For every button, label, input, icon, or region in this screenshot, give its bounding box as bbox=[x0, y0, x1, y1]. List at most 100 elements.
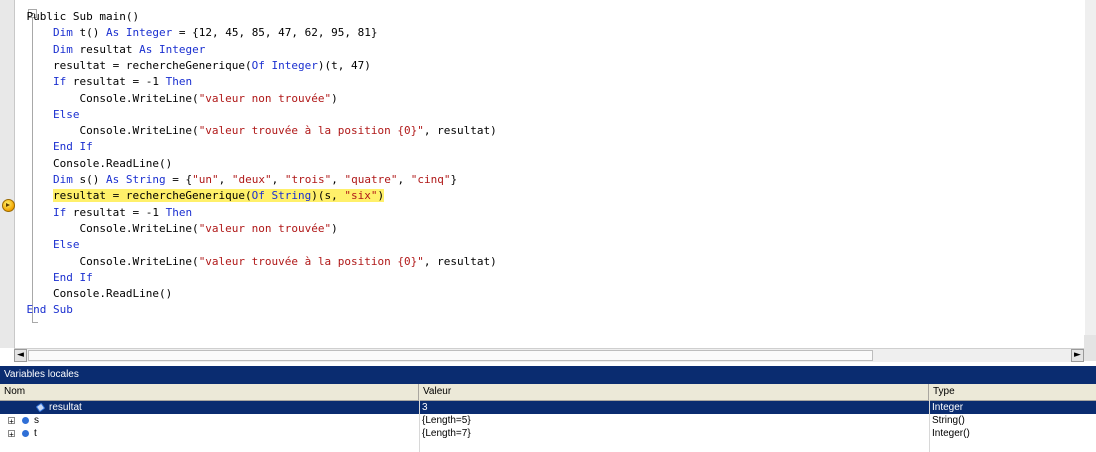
code-token: Dim bbox=[0, 42, 73, 56]
scroll-right-button[interactable]: ► bbox=[1071, 349, 1084, 362]
code-token: Else bbox=[0, 238, 80, 252]
code-token: As bbox=[105, 173, 120, 186]
code-token: Integer bbox=[125, 26, 173, 40]
vertical-scrollbar[interactable] bbox=[1085, 0, 1096, 335]
code-token: s() bbox=[72, 173, 106, 186]
code-token: Dim bbox=[0, 173, 73, 186]
code-token: "deux" bbox=[231, 173, 272, 186]
locals-cell-name: resultat bbox=[49, 402, 82, 413]
column-header-type[interactable]: Type bbox=[929, 384, 1096, 400]
code-token bbox=[264, 189, 272, 203]
code-token: ) bbox=[331, 91, 338, 105]
code-line[interactable]: If resultat = -1 Then bbox=[0, 205, 192, 221]
code-token: resultat = -1 bbox=[66, 75, 166, 89]
expand-icon[interactable]: + bbox=[8, 417, 15, 426]
code-token: Then bbox=[165, 75, 193, 89]
code-token: Dim bbox=[0, 26, 73, 40]
code-token: Of bbox=[251, 58, 265, 72]
code-token: Then bbox=[165, 205, 193, 219]
code-line[interactable]: Console.ReadLine() bbox=[0, 286, 172, 302]
code-token: Of bbox=[251, 189, 265, 203]
code-line[interactable]: Else bbox=[0, 237, 80, 253]
code-token: Console.ReadLine() bbox=[0, 287, 173, 301]
code-token: "valeur non trouvée" bbox=[198, 91, 332, 105]
locals-title-bar: Variables locales bbox=[0, 366, 1096, 384]
column-divider bbox=[929, 400, 930, 452]
code-token: Else bbox=[0, 107, 80, 121]
code-line[interactable]: Dim s() As String = {"un", "deux", "troi… bbox=[0, 172, 457, 188]
current-code-line[interactable]: resultat = rechercheGenerique(Of String)… bbox=[0, 188, 385, 204]
code-token: String bbox=[271, 189, 312, 203]
code-line[interactable]: Console.WriteLine("valeur trouvée à la p… bbox=[0, 254, 496, 270]
code-line[interactable]: Console.ReadLine() bbox=[0, 156, 172, 172]
code-token: Integer bbox=[158, 42, 206, 56]
horizontal-scrollbar[interactable]: ◄ ► bbox=[14, 348, 1084, 362]
code-token: "valeur trouvée à la position {0}" bbox=[198, 254, 424, 268]
code-token: End If bbox=[0, 140, 93, 154]
code-editor[interactable]: − Public Sub main() Dim t() As Integer =… bbox=[0, 0, 1096, 348]
code-line[interactable]: Public Sub main() bbox=[0, 9, 139, 25]
code-token: ) bbox=[377, 189, 385, 203]
code-line[interactable]: Console.WriteLine("valeur non trouvée") bbox=[0, 91, 338, 107]
code-token: resultat = rechercheGenerique( bbox=[0, 58, 252, 72]
variable-icon bbox=[22, 417, 29, 424]
column-header-name[interactable]: Nom bbox=[0, 384, 419, 400]
code-token: , bbox=[397, 173, 411, 186]
column-header-value[interactable]: Valeur bbox=[419, 384, 929, 400]
scrollbar-corner bbox=[1084, 335, 1096, 361]
code-token: "trois" bbox=[284, 173, 332, 186]
code-token: If bbox=[0, 205, 67, 219]
code-token: "un" bbox=[192, 173, 219, 186]
code-token: = { bbox=[165, 173, 193, 186]
locals-row-resultat[interactable]: resultat 3 Integer bbox=[0, 401, 1096, 414]
locals-cell-value: {Length=5} bbox=[422, 415, 471, 426]
code-token: "six" bbox=[344, 189, 378, 203]
code-line[interactable]: Dim t() As Integer = {12, 45, 85, 47, 62… bbox=[0, 25, 378, 41]
code-line[interactable]: Else bbox=[0, 107, 80, 123]
code-line[interactable]: resultat = rechercheGenerique(Of Integer… bbox=[0, 58, 371, 74]
locals-cell-name: t bbox=[34, 428, 37, 439]
code-token: )(t, 47) bbox=[317, 58, 371, 72]
code-token: Console.WriteLine( bbox=[0, 254, 199, 268]
code-line[interactable]: If resultat = -1 Then bbox=[0, 74, 192, 90]
locals-cell-type: Integer bbox=[932, 402, 964, 413]
code-token: t() bbox=[72, 26, 106, 40]
code-token: Integer bbox=[271, 58, 318, 72]
code-token: End Sub bbox=[0, 303, 73, 317]
code-token: If bbox=[0, 75, 67, 89]
code-line[interactable]: End If bbox=[0, 139, 93, 155]
code-token: As bbox=[139, 42, 153, 56]
horizontal-scroll-thumb[interactable] bbox=[28, 350, 873, 361]
code-token: resultat bbox=[72, 42, 140, 56]
code-token: ) bbox=[331, 221, 338, 235]
code-token: As bbox=[105, 26, 120, 40]
locals-row-t[interactable]: + t {Length=7} Integer() bbox=[0, 427, 1096, 440]
code-token: End If bbox=[0, 270, 93, 284]
locals-header-row: Nom Valeur Type bbox=[0, 384, 1096, 401]
code-line[interactable]: Dim resultat As Integer bbox=[0, 42, 205, 58]
code-token: "valeur trouvée à la position {0}" bbox=[198, 124, 424, 138]
code-line[interactable]: Console.WriteLine("valeur trouvée à la p… bbox=[0, 123, 497, 139]
code-token: , resultat) bbox=[423, 124, 497, 138]
code-line[interactable]: End If bbox=[0, 270, 93, 286]
locals-cell-value: 3 bbox=[422, 402, 428, 413]
code-line[interactable]: Console.WriteLine("valeur non trouvée") bbox=[0, 221, 338, 237]
code-token: Console.ReadLine() bbox=[0, 156, 173, 170]
code-token: )(s, bbox=[311, 189, 345, 203]
locals-row-s[interactable]: + s {Length=5} String() bbox=[0, 414, 1096, 427]
locals-cell-value: {Length=7} bbox=[422, 428, 471, 439]
code-line[interactable]: End Sub bbox=[0, 302, 73, 318]
code-token: "cinq" bbox=[410, 173, 451, 186]
code-token: Console.WriteLine( bbox=[0, 124, 199, 138]
code-token: = {12, 45, 85, 47, 62, 95, 81} bbox=[172, 26, 378, 40]
column-divider bbox=[419, 400, 420, 452]
variable-icon bbox=[22, 430, 29, 437]
scroll-left-button[interactable]: ◄ bbox=[14, 349, 27, 362]
code-token: Console.WriteLine( bbox=[0, 221, 199, 235]
expand-icon[interactable]: + bbox=[8, 430, 15, 439]
code-token: resultat = rechercheGenerique( bbox=[52, 189, 252, 203]
